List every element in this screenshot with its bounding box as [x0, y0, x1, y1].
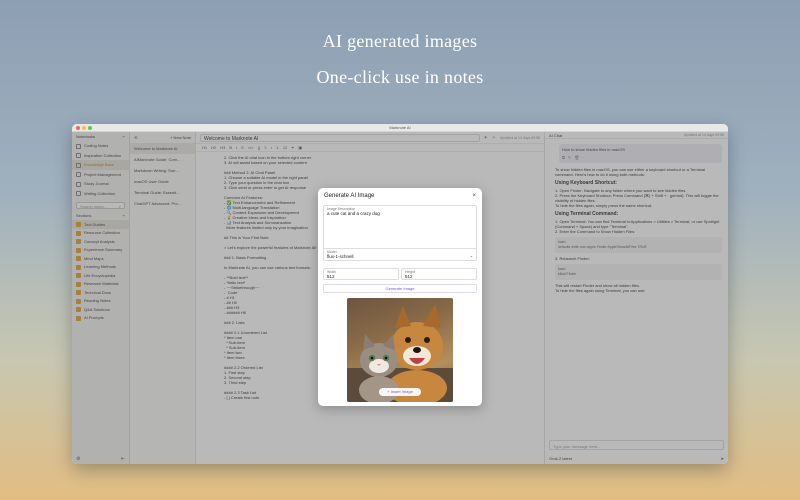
promo-line-2: One-click use in notes	[316, 67, 484, 87]
title-bar: Marknote AI	[72, 124, 728, 132]
generated-image: + Insert Image	[347, 298, 453, 402]
promo-line-1: AI generated images	[322, 31, 478, 51]
generate-image-dialog: Generate AI Image × Image Description a …	[318, 188, 482, 406]
chevron-down-icon: ⌄	[469, 253, 473, 258]
image-description-value: a cute cat and a crazy dog	[327, 211, 380, 216]
cat-and-dog-picture	[347, 304, 453, 402]
width-value: 512	[327, 274, 335, 279]
height-field[interactable]: Height 512	[401, 268, 477, 280]
dialog-title: Generate AI Image	[324, 193, 375, 199]
model-value: flux-1-schnell	[327, 254, 354, 259]
model-select[interactable]: Model flux-1-schnell ⌄	[323, 248, 477, 261]
image-description-field[interactable]: Image Description a cute cat and a crazy…	[323, 205, 477, 253]
close-dialog-button[interactable]: ×	[472, 193, 476, 199]
width-field[interactable]: Width 512	[323, 268, 399, 280]
window-title: Marknote AI	[389, 125, 411, 130]
generate-image-button[interactable]: Generate Image	[323, 284, 477, 293]
app-window: Marknote AI Notebooks + Coding Notes Insp…	[72, 124, 728, 464]
insert-image-button[interactable]: + Insert Image	[379, 388, 421, 396]
height-value: 512	[405, 274, 413, 279]
